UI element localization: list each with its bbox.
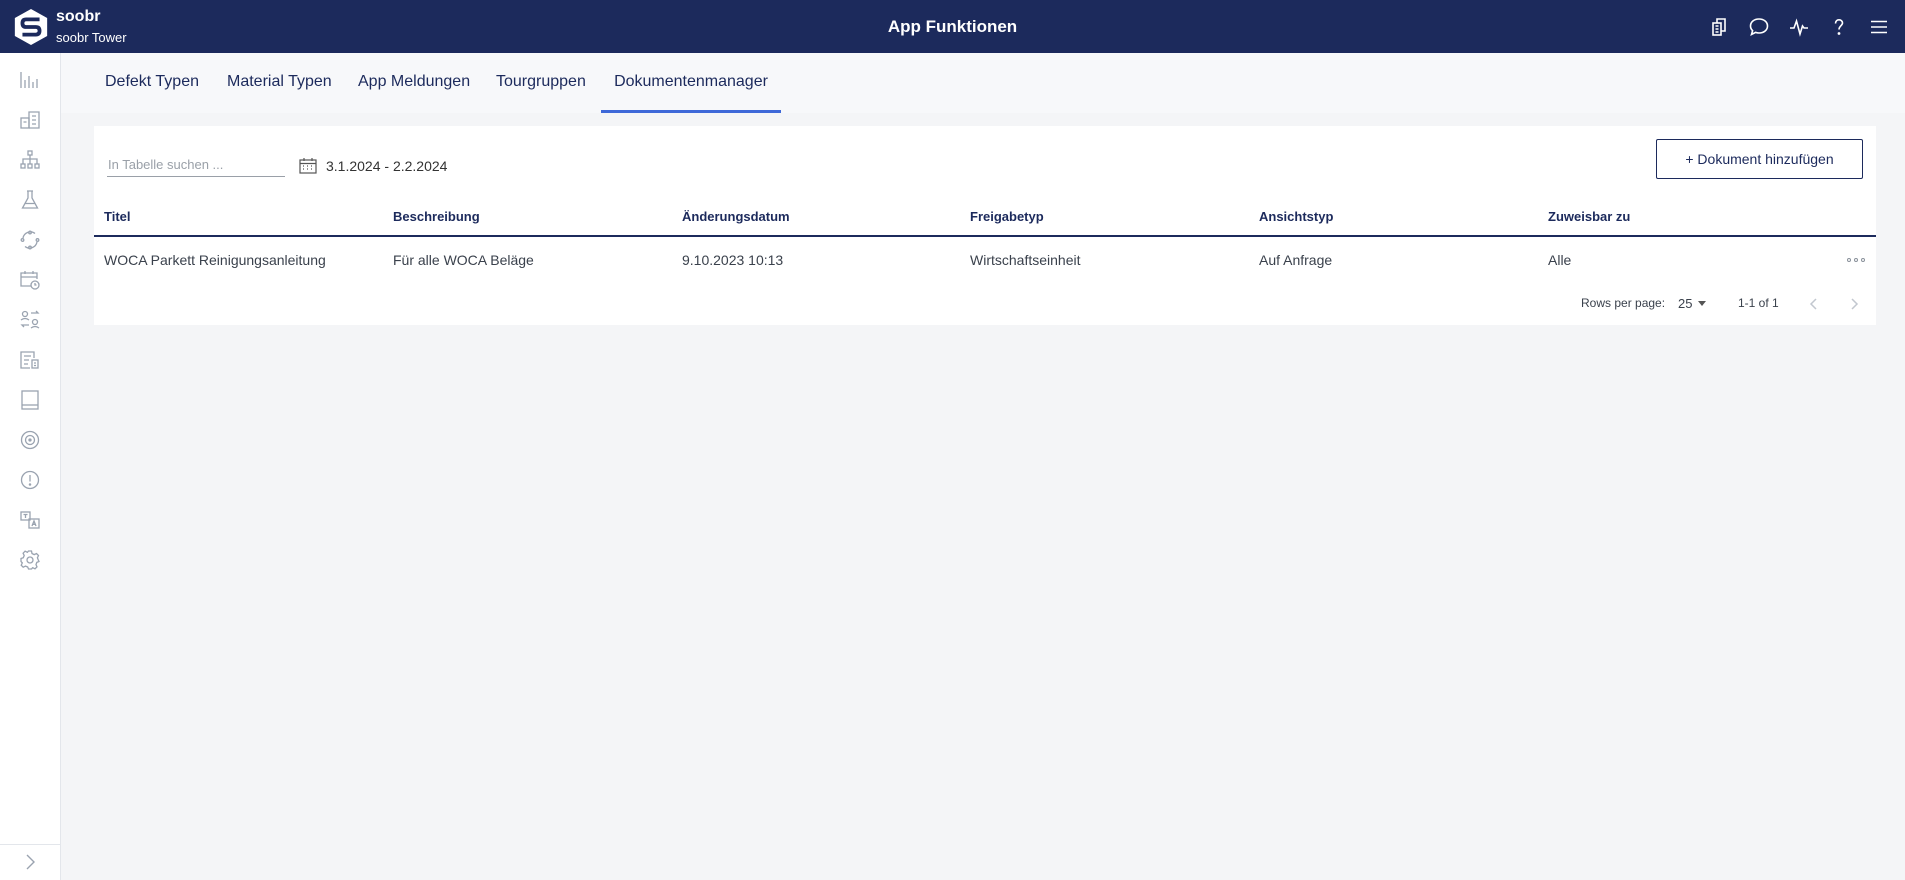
help-icon[interactable] (1825, 13, 1853, 41)
next-page-button[interactable] (1843, 293, 1865, 315)
cell-ansichtstyp: Auf Anfrage (1259, 252, 1333, 268)
date-range-text: 3.1.2024 - 2.2.2024 (326, 158, 448, 174)
sidebar (0, 53, 61, 880)
menu-icon[interactable] (1865, 13, 1893, 41)
tab-material-typen[interactable]: Material Typen (227, 53, 332, 113)
cell-aenderungsdatum: 9.10.2023 10:13 (682, 252, 784, 268)
soobr-logo-icon (14, 8, 48, 46)
document-table-card: 3.1.2024 - 2.2.2024 + Dokument hinzufüge… (94, 126, 1876, 325)
buildings-icon[interactable] (1705, 13, 1733, 41)
chevron-left-icon (1809, 298, 1817, 310)
cycle-icon[interactable] (10, 222, 50, 258)
column-header-beschreibung[interactable]: Beschreibung (393, 199, 480, 235)
column-header-ansichtstyp[interactable]: Ansichtstyp (1259, 199, 1333, 235)
brand-name: soobr (56, 8, 101, 25)
tab-app-meldungen[interactable]: App Meldungen (358, 53, 470, 113)
chevron-right-icon (26, 854, 35, 870)
table-header: Titel Beschreibung Änderungsdatum Freiga… (94, 199, 1876, 237)
cell-freigabetyp: Wirtschaftseinheit (970, 252, 1081, 268)
hierarchy-icon[interactable] (10, 142, 50, 178)
sidebar-expand-button[interactable] (10, 846, 50, 878)
caret-down-icon (1698, 300, 1707, 306)
cell-beschreibung: Für alle WOCA Beläge (393, 252, 534, 268)
column-header-freigabetyp[interactable]: Freigabetyp (970, 199, 1044, 235)
target-icon[interactable] (10, 422, 50, 458)
calendar-clock-icon[interactable] (10, 262, 50, 298)
buildings-icon[interactable] (10, 102, 50, 138)
rows-per-page-label: Rows per page: (1581, 296, 1666, 310)
sidebar-divider (0, 844, 60, 845)
date-range-picker[interactable]: 3.1.2024 - 2.2.2024 (299, 156, 447, 176)
pagination-range: 1-1 of 1 (1738, 296, 1779, 310)
tab-tourgruppen[interactable]: Tourgruppen (496, 53, 586, 113)
table-search-input[interactable] (107, 153, 285, 177)
calendar-icon (299, 158, 317, 174)
book-icon[interactable] (10, 382, 50, 418)
chat-icon[interactable] (1745, 13, 1773, 41)
settings-icon[interactable] (10, 542, 50, 578)
brand-subtitle: soobr Tower (56, 30, 127, 45)
rows-per-page-select[interactable]: 25 (1678, 293, 1707, 313)
translate-icon[interactable] (10, 502, 50, 538)
header-actions (1705, 12, 1893, 42)
top-bar: soobr soobr Tower App Funktionen (0, 0, 1905, 53)
cell-titel: WOCA Parkett Reinigungsanleitung (104, 252, 326, 268)
page-title: App Funktionen (887, 17, 1018, 36)
column-header-titel[interactable]: Titel (104, 199, 131, 235)
document-building-icon[interactable] (10, 342, 50, 378)
table-row[interactable]: WOCA Parkett Reinigungsanleitung Für all… (94, 237, 1876, 283)
user-swap-icon[interactable] (10, 302, 50, 338)
alert-icon[interactable] (10, 462, 50, 498)
tab-dokumentenmanager[interactable]: Dokumentenmanager (601, 53, 781, 113)
add-document-button[interactable]: + Dokument hinzufügen (1656, 139, 1863, 179)
cell-zuweisbar-zu: Alle (1548, 252, 1572, 268)
analytics-icon[interactable] (10, 62, 50, 98)
rows-per-page-value: 25 (1678, 295, 1693, 311)
previous-page-button[interactable] (1803, 293, 1825, 315)
column-header-zuweisbar-zu[interactable]: Zuweisbar zu (1548, 199, 1630, 235)
tab-bar: Defekt Typen Material Typen App Meldunge… (61, 53, 1905, 113)
pagination: Rows per page: 25 1-1 of 1 (94, 283, 1876, 325)
brand[interactable]: soobr soobr Tower (12, 6, 127, 48)
chevron-right-icon (1851, 298, 1859, 310)
activity-icon[interactable] (1785, 13, 1813, 41)
row-more-options-icon[interactable] (1844, 252, 1868, 268)
flask-icon[interactable] (10, 182, 50, 218)
tab-defekt-typen[interactable]: Defekt Typen (105, 53, 199, 113)
column-header-aenderungsdatum[interactable]: Änderungsdatum (682, 199, 790, 235)
